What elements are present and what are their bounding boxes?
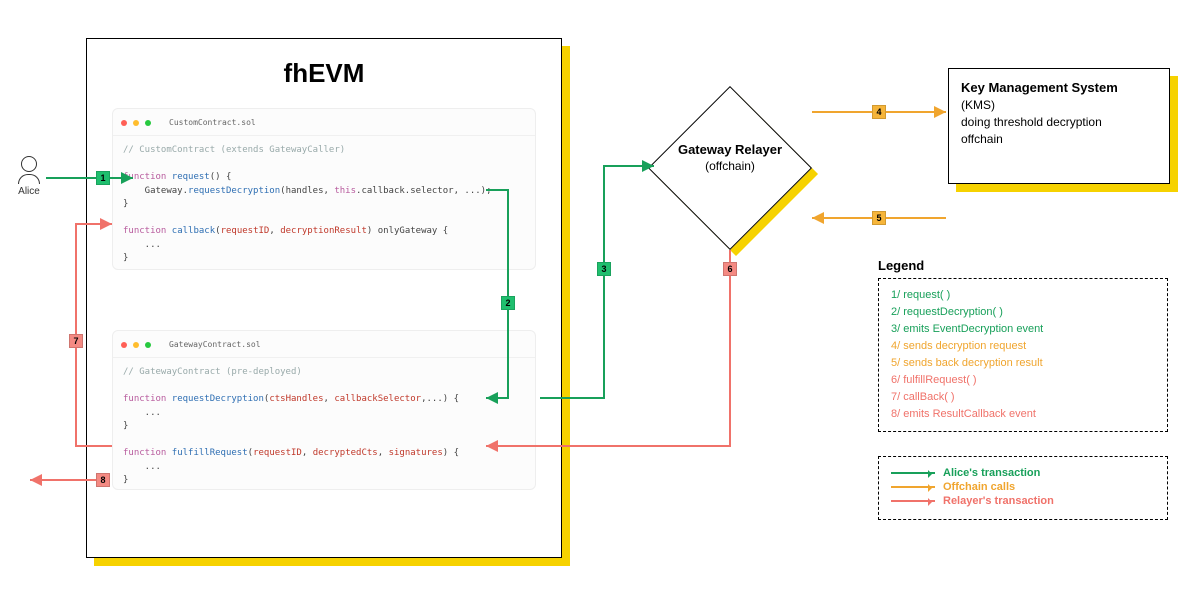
actor-label: Alice	[18, 186, 40, 197]
step-badge-3: 3	[597, 262, 611, 276]
legend-item: 4/ sends decryption request	[891, 338, 1155, 355]
window-dot-green-icon	[145, 342, 151, 348]
legend-item: 1/ request( )	[891, 287, 1155, 304]
kms-box: Key Management System (KMS) doing thresh…	[948, 68, 1170, 184]
kms-sub1: (KMS)	[961, 97, 1157, 114]
step-badge-6: 6	[723, 262, 737, 276]
fhevm-title: fhEVM	[86, 58, 562, 89]
code-filename: GatewayContract.sol	[163, 337, 267, 353]
arrow-sample-icon	[891, 486, 935, 488]
legend-arrow-row: Offchain calls	[891, 481, 1155, 493]
step-badge-5: 5	[872, 211, 886, 225]
window-dot-red-icon	[121, 120, 127, 126]
legend-item: 2/ requestDecryption( )	[891, 304, 1155, 321]
step-badge-7: 7	[69, 334, 83, 348]
legend-arrow-row: Alice's transaction	[891, 467, 1155, 479]
legend-item: 7/ callBack( )	[891, 389, 1155, 406]
window-dot-red-icon	[121, 342, 127, 348]
step-badge-8: 8	[96, 473, 110, 487]
window-dot-yellow-icon	[133, 342, 139, 348]
actor-alice: Alice	[18, 156, 40, 197]
legend-title: Legend	[878, 258, 924, 273]
code-panel-gateway-contract: GatewayContract.sol // GatewayContract (…	[112, 330, 536, 490]
legend-item: 3/ emits EventDecryption event	[891, 321, 1155, 338]
step-badge-4: 4	[872, 105, 886, 119]
code-panel-header: GatewayContract.sol	[113, 331, 535, 358]
step-badge-1: 1	[96, 171, 110, 185]
code-panel-header: CustomContract.sol	[113, 109, 535, 136]
legend-item: 6/ fulfillRequest( )	[891, 372, 1155, 389]
kms-sub2: doing threshold decryption	[961, 114, 1157, 131]
gateway-relayer-node: Gateway Relayer (offchain)	[650, 86, 810, 246]
kms-sub3: offchain	[961, 131, 1157, 148]
legend-arrow-row: Relayer's transaction	[891, 495, 1155, 507]
code-body: // CustomContract (extends GatewayCaller…	[113, 136, 535, 274]
code-body: // GatewayContract (pre-deployed) functi…	[113, 358, 535, 496]
legend-item: 8/ emits ResultCallback event	[891, 406, 1155, 423]
arrow-sample-icon	[891, 500, 935, 502]
legend-item: 5/ sends back decryption result	[891, 355, 1155, 372]
window-dot-green-icon	[145, 120, 151, 126]
window-dot-yellow-icon	[133, 120, 139, 126]
legend-arrows-box: Alice's transaction Offchain calls Relay…	[878, 456, 1168, 520]
person-head-icon	[21, 156, 37, 172]
legend-steps-box: 1/ request( ) 2/ requestDecryption( ) 3/…	[878, 278, 1168, 432]
arrow-sample-icon	[891, 472, 935, 474]
step-badge-2: 2	[501, 296, 515, 310]
person-body-icon	[18, 174, 40, 184]
code-panel-custom-contract: CustomContract.sol // CustomContract (ex…	[112, 108, 536, 270]
code-filename: CustomContract.sol	[163, 115, 262, 131]
gateway-relayer-label: Gateway Relayer (offchain)	[650, 142, 810, 173]
kms-title: Key Management System	[961, 79, 1157, 97]
